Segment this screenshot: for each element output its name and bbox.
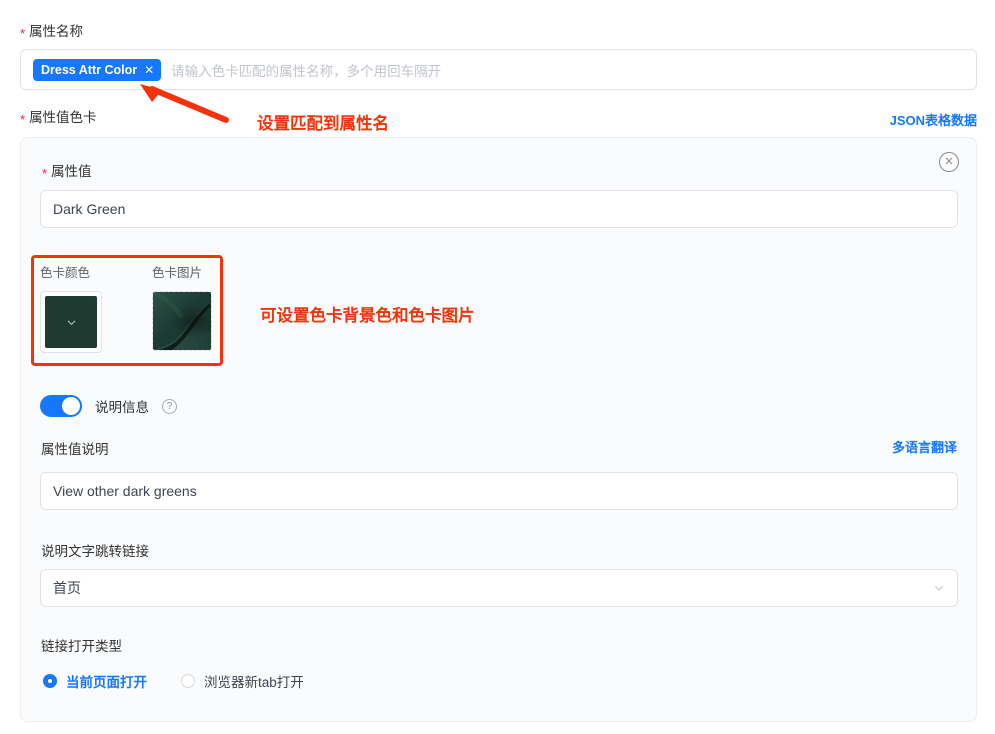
swatch-color-fill bbox=[45, 296, 97, 348]
attribute-color-card-form: * 属性名称 Dress Attr Color ✕ 请输入色卡匹配的属性名称，多… bbox=[0, 0, 995, 734]
open-type-label: 链接打开类型 bbox=[41, 639, 122, 654]
attribute-value-text: Dark Green bbox=[53, 201, 126, 217]
attribute-name-label-text: 属性名称 bbox=[29, 24, 84, 39]
help-icon[interactable]: ? bbox=[162, 398, 177, 414]
radio-new-tab-label: 浏览器新tab打开 bbox=[204, 675, 304, 690]
annotation-arrow-icon bbox=[140, 84, 229, 123]
radio-current-page-label: 当前页面打开 bbox=[66, 675, 147, 690]
multilanguage-translate-link[interactable]: 多语言翻译 bbox=[892, 437, 957, 456]
radio-dot-icon bbox=[43, 674, 57, 688]
attribute-value-card-label-text: 属性值色卡 bbox=[29, 110, 97, 125]
chevron-down-icon bbox=[67, 320, 75, 325]
swatch-color-picker[interactable] bbox=[40, 291, 102, 353]
annotation-attribute-name: 设置匹配到属性名 bbox=[257, 115, 389, 133]
swatch-image-title: 色卡图片 bbox=[152, 266, 203, 280]
description-toggle-label: 说明信息 bbox=[95, 400, 149, 415]
fabric-texture-image bbox=[153, 292, 211, 350]
swatch-image-thumbnail[interactable] bbox=[152, 291, 212, 351]
jump-link-select[interactable]: 首页 bbox=[40, 569, 958, 607]
annotation-swatch: 可设置色卡背景色和色卡图片 bbox=[260, 307, 475, 325]
description-input[interactable]: View other dark greens bbox=[40, 472, 958, 510]
description-toggle-row: 说明信息 ? bbox=[40, 395, 177, 417]
jump-link-label: 说明文字跳转链接 bbox=[41, 544, 149, 559]
swatch-color-column: 色卡颜色 bbox=[40, 262, 102, 353]
swatch-group: 色卡颜色 色卡图片 bbox=[40, 262, 212, 353]
attribute-value-input[interactable]: Dark Green bbox=[40, 190, 958, 228]
attribute-value-label: * 属性值 bbox=[42, 164, 92, 182]
jump-link-value: 首页 bbox=[53, 580, 81, 596]
required-asterisk: * bbox=[20, 26, 26, 42]
toggle-knob bbox=[62, 397, 80, 415]
attribute-value-card-label: * 属性值色卡 bbox=[20, 110, 97, 128]
swatch-image-column: 色卡图片 bbox=[152, 262, 212, 353]
required-asterisk: * bbox=[42, 166, 48, 182]
swatch-color-title: 色卡颜色 bbox=[40, 266, 91, 280]
attribute-name-tag-label: Dress Attr Color bbox=[41, 62, 138, 77]
attribute-name-placeholder: 请输入色卡匹配的属性名称，多个用回车隔开 bbox=[171, 63, 442, 79]
radio-dot-icon bbox=[181, 674, 195, 688]
description-label: 属性值说明 bbox=[41, 442, 109, 457]
required-asterisk: * bbox=[20, 112, 26, 128]
tag-remove-icon[interactable]: ✕ bbox=[144, 64, 154, 76]
close-icon[interactable]: ✕ bbox=[939, 152, 959, 172]
description-value: View other dark greens bbox=[53, 483, 197, 499]
chevron-down-icon bbox=[934, 585, 944, 591]
json-table-data-link[interactable]: JSON表格数据 bbox=[890, 110, 977, 129]
radio-current-page[interactable]: 当前页面打开 bbox=[43, 671, 147, 691]
description-toggle[interactable] bbox=[40, 395, 82, 417]
open-type-radio-group: 当前页面打开 浏览器新tab打开 bbox=[43, 671, 304, 691]
radio-new-tab[interactable]: 浏览器新tab打开 bbox=[181, 671, 304, 691]
attribute-name-label: * 属性名称 bbox=[20, 24, 84, 42]
attribute-value-label-text: 属性值 bbox=[51, 164, 92, 179]
color-card-panel: ✕ * 属性值 Dark Green 色卡颜色 色卡图片 说明信息 ? 属性值说… bbox=[20, 137, 977, 722]
